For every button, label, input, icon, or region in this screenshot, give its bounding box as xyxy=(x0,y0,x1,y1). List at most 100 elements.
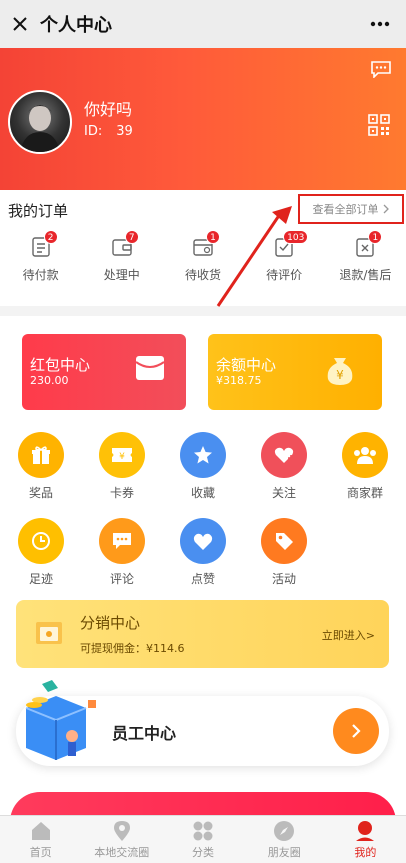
tab-label: 我的 xyxy=(354,846,377,859)
view-all-orders-link[interactable]: 查看全部订单 xyxy=(298,194,404,224)
order-status-refund[interactable]: 1 退款/售后 xyxy=(325,230,406,283)
my-orders-section: 我的订单 查看全部订单 2 待付款 7 处理中 1 待收货 103 待评价 1 … xyxy=(0,190,406,306)
list-icon: 2 xyxy=(30,230,58,258)
grid-item-label: 活动 xyxy=(271,572,296,586)
order-status-label: 处理中 xyxy=(103,268,140,282)
badge-refund: 1 xyxy=(368,230,383,244)
title-bar: 个人中心 xyxy=(0,0,406,48)
staff-title: 员工中心 xyxy=(112,724,177,743)
group-icon xyxy=(342,432,388,478)
clock-icon xyxy=(18,518,64,564)
balance-card[interactable]: 余额中心 ¥318.75 ¥ xyxy=(208,334,382,410)
star-icon xyxy=(180,432,226,478)
chevron-right-icon xyxy=(352,724,361,738)
enter-arrow-button[interactable] xyxy=(333,708,379,754)
grid-item-label: 点赞 xyxy=(190,572,215,586)
staff-illustration-icon xyxy=(12,678,98,764)
grid-item-coupons[interactable]: ¥ 卡券 xyxy=(92,432,152,501)
grid-item-follow[interactable]: 关注 xyxy=(254,432,314,501)
review-icon: 103 xyxy=(273,230,309,258)
tab-label: 本地交流圈 xyxy=(94,846,150,859)
order-status-label: 退款/售后 xyxy=(339,268,392,282)
order-status-pending-payment[interactable]: 2 待付款 xyxy=(0,230,81,283)
orders-title: 我的订单 xyxy=(8,202,69,220)
gift-icon xyxy=(18,432,64,478)
profile-header: 你好吗 ID: 39 xyxy=(0,48,406,190)
grid-item-label: 奖品 xyxy=(28,486,53,500)
compass-icon xyxy=(273,820,295,842)
badge-to-review: 103 xyxy=(283,230,309,244)
tab-label: 首页 xyxy=(29,846,52,859)
grid-item-label: 卡券 xyxy=(109,486,134,500)
grid-item-merchant-group[interactable]: 商家群 xyxy=(335,432,395,501)
user-id: ID: 39 xyxy=(84,124,133,139)
close-icon[interactable] xyxy=(0,0,40,48)
tab-category[interactable]: 分类 xyxy=(162,816,243,863)
chevron-right-icon xyxy=(383,204,389,214)
page-title: 个人中心 xyxy=(40,15,112,36)
wallet-icon xyxy=(34,618,66,648)
qr-code-icon[interactable] xyxy=(368,114,390,136)
tab-local-circle[interactable]: 本地交流圈 xyxy=(81,816,162,863)
wallet-icon: 7 xyxy=(111,230,139,258)
like-icon xyxy=(180,518,226,564)
order-status-processing[interactable]: 7 处理中 xyxy=(81,230,162,283)
tab-label: 分类 xyxy=(192,846,214,859)
location-icon xyxy=(111,820,133,842)
red-packet-title: 红包中心 xyxy=(30,356,91,374)
grid-item-label: 关注 xyxy=(271,486,296,500)
order-status-label: 待付款 xyxy=(22,268,59,282)
user-icon xyxy=(354,820,376,842)
refund-icon: 1 xyxy=(354,230,383,258)
avatar[interactable] xyxy=(8,90,72,154)
user-id-value: 39 xyxy=(116,124,133,139)
svg-text:¥: ¥ xyxy=(119,452,125,462)
distribution-commission: 可提现佣金：¥114.6 xyxy=(80,642,185,655)
distribution-center-card[interactable]: 分销中心 可提现佣金：¥114.6 立即进入> xyxy=(16,600,389,668)
svg-text:¥: ¥ xyxy=(336,368,344,382)
order-status-label: 待评价 xyxy=(266,268,303,282)
nickname: 你好吗 xyxy=(84,100,133,119)
grid-item-favorites[interactable]: 收藏 xyxy=(173,432,233,501)
home-icon xyxy=(30,820,52,842)
order-status-label: 待收货 xyxy=(184,268,221,282)
comment-icon xyxy=(99,518,145,564)
grid-item-label: 收藏 xyxy=(190,486,215,500)
grid-item-activities[interactable]: 活动 xyxy=(254,518,314,587)
grid-item-comments[interactable]: 评论 xyxy=(92,518,152,587)
delivery-box-icon: 1 xyxy=(192,230,220,258)
more-icon[interactable] xyxy=(368,12,392,36)
money-bag-icon: ¥ xyxy=(322,352,358,388)
coupon-icon: ¥ xyxy=(99,432,145,478)
tab-home[interactable]: 首页 xyxy=(0,816,81,863)
tab-moments[interactable]: 朋友圈 xyxy=(244,816,325,863)
grid-item-label: 评论 xyxy=(109,572,134,586)
grid-item-label: 商家群 xyxy=(346,486,383,500)
grid-item-footprints[interactable]: 足迹 xyxy=(11,518,71,587)
distribution-enter-link[interactable]: 立即进入> xyxy=(322,627,375,643)
view-all-orders-label: 查看全部订单 xyxy=(312,203,379,216)
category-icon xyxy=(192,820,214,842)
grid-item-likes[interactable]: 点赞 xyxy=(173,518,233,587)
distribution-title: 分销中心 xyxy=(80,614,141,632)
order-status-to-receive[interactable]: 1 待收货 xyxy=(162,230,243,283)
red-packet-card[interactable]: 红包中心 230.00 xyxy=(22,334,186,410)
tab-label: 朋友圈 xyxy=(267,846,301,859)
balance-title: 余额中心 xyxy=(216,356,277,374)
grid-item-label: 足迹 xyxy=(28,572,53,586)
grid-item-prizes[interactable]: 奖品 xyxy=(11,432,71,501)
tab-mine[interactable]: 我的 xyxy=(325,816,406,863)
balance-value: ¥318.75 xyxy=(216,374,262,387)
badge-to-receive: 1 xyxy=(205,230,220,244)
user-id-label: ID: xyxy=(84,124,103,139)
services-panel: 红包中心 230.00 余额中心 ¥318.75 ¥ 奖品 ¥ 卡券 收藏 关注… xyxy=(0,316,406,852)
message-icon[interactable] xyxy=(370,60,392,79)
badge-pending-payment: 2 xyxy=(43,230,58,244)
order-status-to-review[interactable]: 103 待评价 xyxy=(244,230,325,283)
tag-icon xyxy=(261,518,307,564)
envelope-icon xyxy=(134,352,166,384)
red-packet-value: 230.00 xyxy=(30,374,69,387)
bottom-tab-bar: 首页 本地交流圈 分类 朋友圈 我的 xyxy=(0,815,406,863)
badge-processing: 7 xyxy=(124,230,139,244)
heart-plus-icon xyxy=(261,432,307,478)
